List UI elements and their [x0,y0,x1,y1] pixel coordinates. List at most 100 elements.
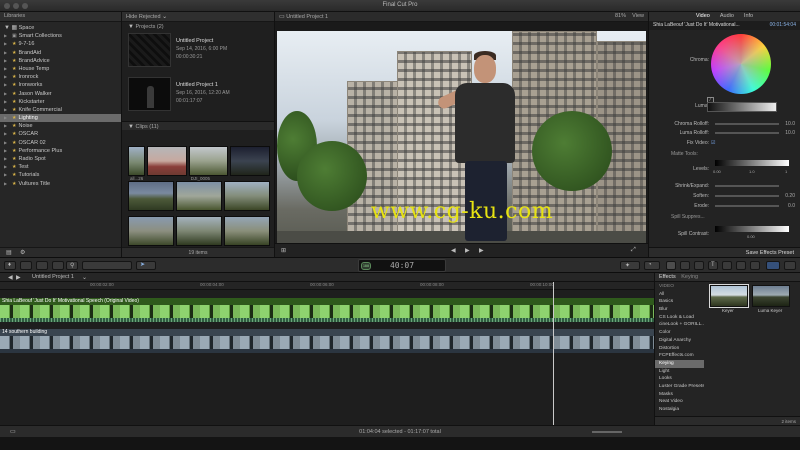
viewer-video-frame[interactable]: www.cg-ku.com [277,31,646,254]
clip-thumbnail[interactable] [128,181,174,211]
photos-browser-button[interactable] [680,261,690,270]
effects-category-item[interactable]: Looks [655,375,704,383]
titles-browser-button[interactable]: T [708,261,718,270]
record-voiceover-button[interactable]: ♦ [4,261,16,270]
disclosure-triangle-icon[interactable]: ▶ [4,139,7,147]
luma-graph[interactable] [707,102,777,112]
effects-category-item[interactable]: Color [655,329,704,337]
chroma-color-wheel[interactable] [711,34,771,94]
tab-info[interactable]: Info [744,12,753,21]
effects-category-item[interactable]: Nostalgia [655,406,704,414]
forward-arrow-icon[interactable]: ▶ [16,274,21,281]
clip-primary-video[interactable] [0,305,654,318]
disclosure-triangle-icon[interactable]: ▶ [4,180,7,188]
disclosure-triangle-icon[interactable]: ▶ [4,171,7,179]
effect-thumbnail-luma-keyer[interactable] [752,285,790,307]
disclosure-triangle-icon[interactable]: ▶ [4,65,7,73]
library-item[interactable]: ▶ ★ Kickstarter [0,98,121,106]
library-root[interactable]: ▼ ▦ Space [0,24,121,32]
clip-secondary-audio[interactable] [0,349,654,353]
view-menu[interactable]: View [632,13,644,19]
next-frame-icon[interactable]: ▶ [479,247,484,254]
levels-low-value[interactable]: 0.00 [713,169,721,174]
levels-mid-value[interactable]: 1.0 [749,169,755,174]
clip-thumbnail[interactable] [224,216,270,246]
library-item[interactable]: ▶ ▣ Smart Collections [0,32,121,40]
projects-section-header[interactable]: ▼ Projects (2) [122,22,274,31]
zoom-slider[interactable] [592,431,622,433]
clip-thumbnail[interactable] [176,216,222,246]
luma-rolloff-value[interactable]: 10.0 [785,130,795,136]
clip-primary-audio[interactable] [0,318,654,322]
disclosure-triangle-icon[interactable]: ▼ [128,24,134,30]
library-item[interactable]: ▶ ★ BrandAdvice [0,57,121,65]
soften-slider[interactable] [715,195,779,197]
clip-thumbnail[interactable] [176,181,222,211]
render-percentage-badge[interactable]: 100 [361,262,371,270]
disclosure-triangle-icon[interactable]: ▶ [4,57,7,65]
effects-category-item[interactable]: Blur [655,306,704,314]
audio-meters-button[interactable] [784,261,796,270]
disclosure-triangle-icon[interactable]: ▶ [4,73,7,81]
spill-suppression-row[interactable]: Spill Suppres... [649,213,800,221]
disclosure-triangle-icon[interactable]: ▶ [4,98,7,106]
effects-category-item[interactable]: Luster Grade Presets [655,383,704,391]
erode-slider[interactable] [715,205,779,207]
transitions-browser-button[interactable] [750,261,760,270]
matte-tools-row[interactable]: Matte Tools: [649,150,800,158]
disclosure-triangle-icon[interactable]: ▶ [4,40,7,48]
dashboard-timecode[interactable]: 100 40:07 [358,259,446,272]
library-item[interactable]: ▶ ★ 9-7-16 [0,40,121,48]
library-item[interactable]: ▶ ★ Test [0,163,121,171]
chevron-down-icon[interactable]: ⌄ [162,13,167,20]
spill-contrast-value[interactable]: 0.00 [747,234,755,239]
inspector-toggle-button[interactable] [766,261,780,270]
chroma-rolloff-value[interactable]: 10.0 [785,121,795,127]
generators-browser-button[interactable] [722,261,732,270]
disclosure-triangle-icon[interactable]: ▶ [4,147,7,155]
soften-value[interactable]: 0.20 [785,193,795,199]
tab-audio[interactable]: Audio [720,12,734,21]
timeline[interactable]: 00:00:02:00 00:00:04:00 00:00:06:00 00:0… [0,282,654,425]
timeline-ruler[interactable]: 00:00:02:00 00:00:04:00 00:00:06:00 00:0… [0,282,654,290]
retime-button[interactable]: ◔ [644,261,660,270]
effects-category-item[interactable]: cineLook + GORILL... [655,321,704,329]
disclosure-triangle-icon[interactable]: ▶ [4,106,7,114]
disclosure-triangle-icon[interactable]: ▶ [4,49,7,57]
film-strip-icon[interactable]: ▤ [6,249,12,256]
library-item[interactable]: ▶ ★ Tutorials [0,171,121,179]
clip-thumbnail[interactable]: all...26 [128,146,146,181]
clips-section-header[interactable]: ▼ Clips (11) [122,121,274,130]
zoom-level[interactable]: 81% [615,13,626,19]
luma-rolloff-slider[interactable] [715,132,779,134]
project-thumbnail[interactable] [128,77,171,111]
effects-category-item[interactable]: Basics [655,298,704,306]
edit-connect-button[interactable] [82,261,132,270]
effects-category-item[interactable]: Keying [655,359,704,368]
library-item[interactable]: ▶ ★ BrandAid [0,49,121,57]
disclosure-triangle-icon[interactable]: ▼ [128,124,134,130]
levels-gradient[interactable] [715,160,789,166]
effect-thumbnail-keyer[interactable] [709,284,749,308]
disclosure-triangle-icon[interactable]: ▶ [4,90,7,98]
levels-high-value[interactable]: 1 [785,169,787,174]
search-button[interactable]: ⚲ [66,261,78,270]
keyword-button[interactable] [36,261,48,270]
effects-browser-button[interactable] [666,261,676,270]
gear-icon[interactable]: ⚙ [20,249,25,256]
crop-icon[interactable]: ⊞ [281,247,286,254]
shrink-expand-slider[interactable] [715,185,779,187]
save-effects-preset-button[interactable]: Save Effects Preset [649,247,800,257]
erode-value[interactable]: 0.0 [788,203,795,209]
disclosure-triangle-icon[interactable]: ▶ [4,130,7,138]
effects-category-item[interactable]: Distortion [655,345,704,353]
fullscreen-icon[interactable]: ⤢ [631,247,636,254]
enhancements-button[interactable]: ✦ [620,261,640,270]
library-item[interactable]: ▶ ★ Noise [0,122,121,130]
chevron-down-icon[interactable]: ⌄ [82,274,87,281]
clip-thumbnail[interactable] [224,181,270,211]
clip-thumbnail[interactable] [128,216,174,246]
disclosure-triangle-icon[interactable]: ▶ [4,122,7,130]
music-browser-button[interactable] [694,261,704,270]
project-item[interactable]: Untitled Project 1 Sep 16, 2016, 12:20 A… [122,77,274,117]
